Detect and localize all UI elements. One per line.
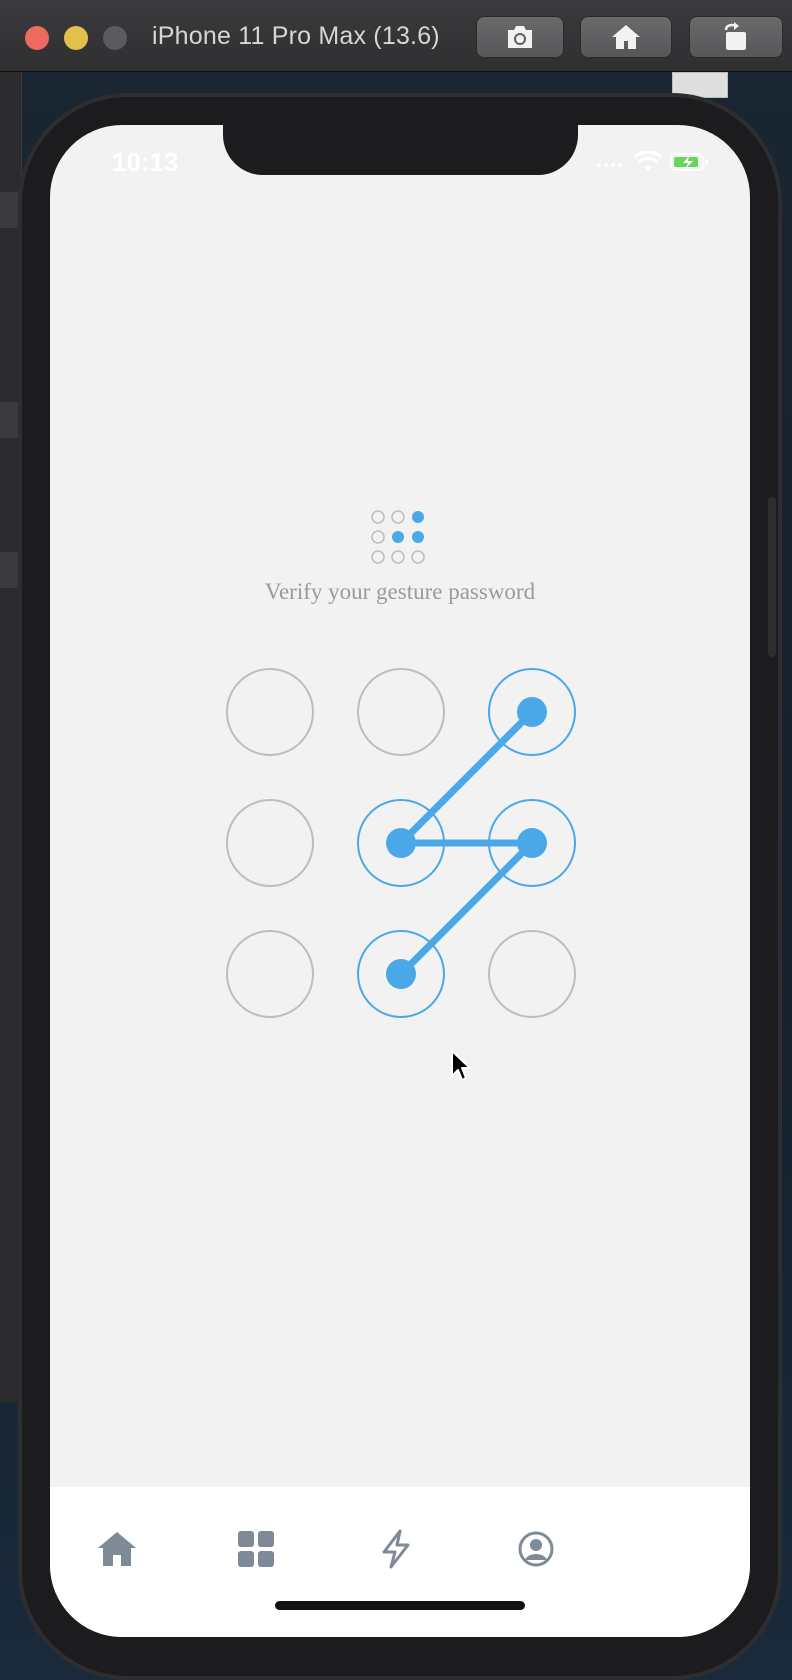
- pattern-node[interactable]: [226, 668, 314, 756]
- iphone-screen: 10:13 Verify your gesture password: [50, 125, 750, 1637]
- tab-apps[interactable]: [226, 1519, 286, 1579]
- home-button[interactable]: [580, 16, 672, 58]
- pattern-node[interactable]: [226, 930, 314, 1018]
- home-icon: [612, 25, 640, 49]
- pattern-connector-line: [397, 708, 536, 847]
- pattern-node-dot: [517, 828, 547, 858]
- camera-icon: [508, 26, 532, 48]
- minimize-window-button[interactable]: [64, 26, 88, 50]
- tab-home[interactable]: [87, 1519, 147, 1579]
- home-indicator: [275, 1601, 525, 1610]
- tab-activity[interactable]: [366, 1519, 426, 1579]
- simulator-titlebar: iPhone 11 Pro Max (13.6): [0, 0, 792, 72]
- pattern-node[interactable]: [488, 930, 576, 1018]
- tab-profile[interactable]: [506, 1519, 566, 1579]
- pattern-node[interactable]: [357, 668, 445, 756]
- grid-icon: [238, 1531, 274, 1567]
- pattern-node-dot: [386, 959, 416, 989]
- rotate-icon: [724, 22, 746, 50]
- gesture-lock-area[interactable]: Verify your gesture password: [50, 125, 750, 1487]
- screenshot-button[interactable]: [476, 16, 564, 58]
- close-window-button[interactable]: [25, 26, 49, 50]
- side-button: [768, 497, 776, 657]
- rotate-button[interactable]: [689, 16, 783, 58]
- lightning-icon: [382, 1529, 410, 1569]
- pattern-connector-line: [397, 839, 536, 978]
- mouse-cursor-icon: [451, 1050, 471, 1081]
- home-icon: [98, 1532, 136, 1566]
- pattern-node-dot: [517, 697, 547, 727]
- gesture-pattern-grid[interactable]: [50, 125, 750, 1487]
- simulator-desktop: iPhone 11 Pro Max (13.6) 10:13 Verify yo…: [0, 0, 792, 1680]
- user-icon: [518, 1531, 554, 1567]
- tab-bar: [50, 1487, 750, 1637]
- zoom-window-button[interactable]: [103, 26, 127, 50]
- pattern-node-dot: [386, 828, 416, 858]
- pattern-node[interactable]: [226, 799, 314, 887]
- simulator-title: iPhone 11 Pro Max (13.6): [152, 22, 440, 50]
